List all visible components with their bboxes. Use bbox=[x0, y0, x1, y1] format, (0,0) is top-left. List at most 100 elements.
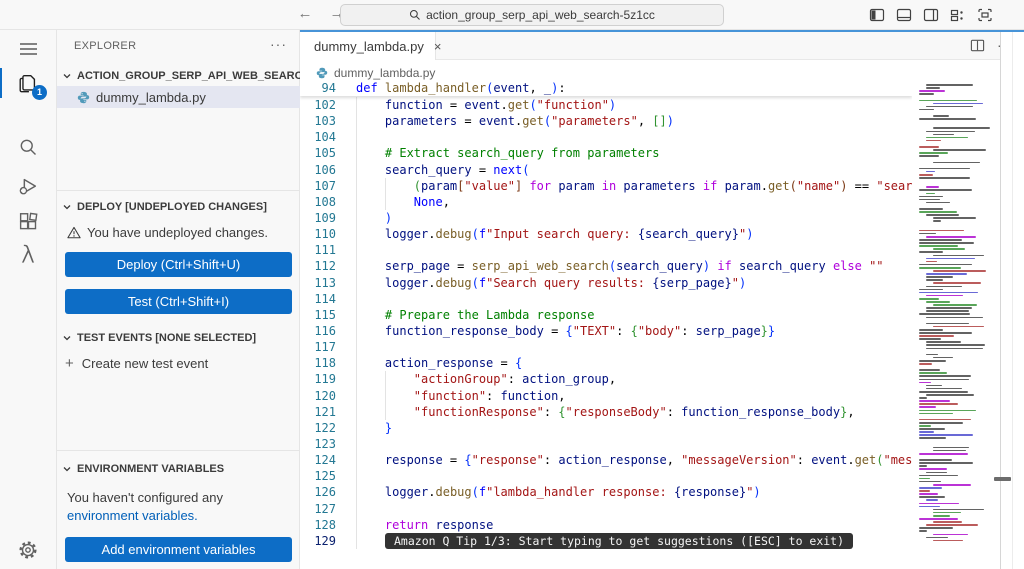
toggle-secondary-sidebar-icon[interactable] bbox=[922, 6, 940, 24]
code-text: function_response_body = {"TEXT": {"body… bbox=[356, 323, 775, 339]
split-editor-icon[interactable] bbox=[970, 38, 985, 53]
code-line-117[interactable]: 117 bbox=[300, 339, 912, 355]
deploy-section-header[interactable]: DEPLOY [UNDEPLOYED CHANGES] bbox=[57, 197, 300, 217]
code-line-124[interactable]: 124 response = {"response": action_respo… bbox=[300, 452, 912, 468]
code-line-110[interactable]: 110 logger.debug(f"Input search query: {… bbox=[300, 226, 912, 242]
line-number: 104 bbox=[300, 129, 336, 145]
line-number: 113 bbox=[300, 275, 336, 291]
code-line-129[interactable]: 129 Amazon Q Tip 1/3: Start typing to get… bbox=[300, 533, 912, 549]
create-test-event-item[interactable]: + Create new test event bbox=[57, 352, 300, 374]
code-line-112[interactable]: 112 serp_page = serp_api_web_search(sear… bbox=[300, 258, 912, 274]
test-events-section-header[interactable]: TEST EVENTS [NONE SELECTED] bbox=[57, 328, 300, 348]
code-line-115[interactable]: 115 # Prepare the Lambda response bbox=[300, 307, 912, 323]
code-line-107[interactable]: 107 (param["value"] for param in paramet… bbox=[300, 178, 912, 194]
code-line-122[interactable]: 122 } bbox=[300, 420, 912, 436]
customize-layout-icon[interactable] bbox=[949, 6, 967, 24]
warning-icon bbox=[67, 226, 81, 239]
file-item-dummy-lambda[interactable]: dummy_lambda.py bbox=[57, 86, 300, 108]
explorer-badge: 1 bbox=[32, 85, 47, 100]
screencast-mode-icon[interactable] bbox=[976, 6, 994, 24]
ellipsis-icon[interactable]: ··· bbox=[270, 36, 287, 52]
code-line-123[interactable]: 123 bbox=[300, 436, 912, 452]
explorer-panel: EXPLORER ··· ACTION_GROUP_SERP_API_WEB_S… bbox=[57, 30, 300, 569]
code-editor[interactable]: 94def lambda_handler(event, _): 102 func… bbox=[300, 80, 912, 569]
code-line-126[interactable]: 126 logger.debug(f"lambda_handler respon… bbox=[300, 484, 912, 500]
code-line-102[interactable]: 102 function = event.get("function") bbox=[300, 97, 912, 113]
line-number: 109 bbox=[300, 210, 336, 226]
line-number: 115 bbox=[300, 307, 336, 323]
code-line-113[interactable]: 113 logger.debug(f"Search query results:… bbox=[300, 275, 912, 291]
code-text: "functionResponse": {"responseBody": fun… bbox=[356, 404, 855, 420]
minimap[interactable] bbox=[915, 80, 999, 550]
code-line-118[interactable]: 118 action_response = { bbox=[300, 355, 912, 371]
sidebar-item-search[interactable] bbox=[0, 130, 56, 164]
code-line-104[interactable]: 104 bbox=[300, 129, 912, 145]
add-environment-variables-button[interactable]: Add environment variables bbox=[65, 537, 292, 562]
workspace-name: ACTION_GROUP_SERP_API_WEB_SEARCH-5Z1CC bbox=[77, 70, 300, 82]
sidebar-item-explorer[interactable]: 1 bbox=[0, 66, 56, 100]
code-line-121[interactable]: 121 "functionResponse": {"responseBody":… bbox=[300, 404, 912, 420]
line-number: 103 bbox=[300, 113, 336, 129]
code-line-103[interactable]: 103 parameters = event.get("parameters",… bbox=[300, 113, 912, 129]
code-text: (param["value"] for param in parameters … bbox=[356, 178, 912, 194]
create-test-event-label: Create new test event bbox=[82, 356, 208, 371]
line-number: 114 bbox=[300, 291, 336, 307]
menu-button[interactable] bbox=[0, 32, 56, 66]
line-number: 111 bbox=[300, 242, 336, 258]
code-text: # Prepare the Lambda response bbox=[356, 307, 594, 323]
line-number: 121 bbox=[300, 404, 336, 420]
environment-section-label: ENVIRONMENT VARIABLES bbox=[77, 463, 224, 475]
overview-cursor-marker[interactable] bbox=[994, 477, 1011, 481]
explorer-title: EXPLORER bbox=[74, 40, 136, 52]
code-line-114[interactable]: 114 bbox=[300, 291, 912, 307]
code-line-106[interactable]: 106 search_query = next( bbox=[300, 162, 912, 178]
sidebar-item-run-debug[interactable] bbox=[0, 170, 56, 204]
code-text: search_query = next( bbox=[356, 162, 529, 178]
code-line-111[interactable]: 111 bbox=[300, 242, 912, 258]
tab-dummy-lambda[interactable]: dummy_lambda.py × bbox=[300, 30, 436, 60]
code-line-125[interactable]: 125 bbox=[300, 468, 912, 484]
line-number: 117 bbox=[300, 339, 336, 355]
code-line-128[interactable]: 128 return response bbox=[300, 517, 912, 533]
code-text: action_response = { bbox=[356, 355, 522, 371]
code-line-116[interactable]: 116 function_response_body = {"TEXT": {"… bbox=[300, 323, 912, 339]
workspace-section-header[interactable]: ACTION_GROUP_SERP_API_WEB_SEARCH-5Z1CC bbox=[57, 66, 300, 86]
code-text: function = event.get("function") bbox=[356, 97, 616, 113]
line-number: 107 bbox=[300, 178, 336, 194]
line-number: 125 bbox=[300, 468, 336, 484]
close-icon[interactable]: × bbox=[434, 39, 442, 54]
settings-button[interactable] bbox=[0, 533, 56, 567]
toggle-primary-sidebar-icon[interactable] bbox=[868, 6, 886, 24]
environment-message: You haven't configured any environment v… bbox=[57, 479, 300, 525]
toggle-panel-icon[interactable] bbox=[895, 6, 913, 24]
breadcrumb-item: dummy_lambda.py bbox=[334, 66, 435, 80]
code-line-119[interactable]: 119 "actionGroup": action_group, bbox=[300, 371, 912, 387]
tab-label: dummy_lambda.py bbox=[314, 39, 424, 54]
sidebar-item-lambda[interactable]: λ bbox=[0, 238, 56, 272]
file-name: dummy_lambda.py bbox=[96, 90, 206, 105]
sidebar-item-extensions[interactable] bbox=[0, 205, 56, 239]
editor-group: dummy_lambda.py × ··· dummy_lambda.py 94… bbox=[300, 30, 1024, 569]
nav-back-icon[interactable]: ← bbox=[295, 3, 315, 25]
line-number: 129 bbox=[300, 533, 336, 549]
code-line-109[interactable]: 109 ) bbox=[300, 210, 912, 226]
deploy-section-label: DEPLOY [UNDEPLOYED CHANGES] bbox=[77, 201, 267, 213]
code-line-127[interactable]: 127 bbox=[300, 501, 912, 517]
test-button[interactable]: Test (Ctrl+Shift+I) bbox=[65, 289, 292, 314]
search-icon bbox=[18, 137, 39, 158]
line-number: 102 bbox=[300, 97, 336, 113]
code-line-120[interactable]: 120 "function": function, bbox=[300, 388, 912, 404]
amazon-q-tip: Amazon Q Tip 1/3: Start typing to get su… bbox=[385, 533, 853, 549]
code-line-105[interactable]: 105 # Extract search_query from paramete… bbox=[300, 145, 912, 161]
environment-section-header[interactable]: ENVIRONMENT VARIABLES bbox=[57, 459, 300, 479]
code-line-108[interactable]: 108 None, bbox=[300, 194, 912, 210]
environment-variables-link[interactable]: environment variables. bbox=[67, 508, 198, 523]
search-icon bbox=[409, 9, 421, 21]
code-text: def lambda_handler(event, _): bbox=[356, 80, 566, 96]
sticky-scroll-line[interactable]: 94def lambda_handler(event, _): bbox=[300, 80, 912, 96]
extensions-icon bbox=[18, 212, 39, 233]
command-center-search[interactable]: action_group_serp_api_web_search-5z1cc bbox=[340, 4, 724, 26]
python-icon bbox=[77, 91, 90, 104]
line-number: 105 bbox=[300, 145, 336, 161]
deploy-button[interactable]: Deploy (Ctrl+Shift+U) bbox=[65, 252, 292, 277]
